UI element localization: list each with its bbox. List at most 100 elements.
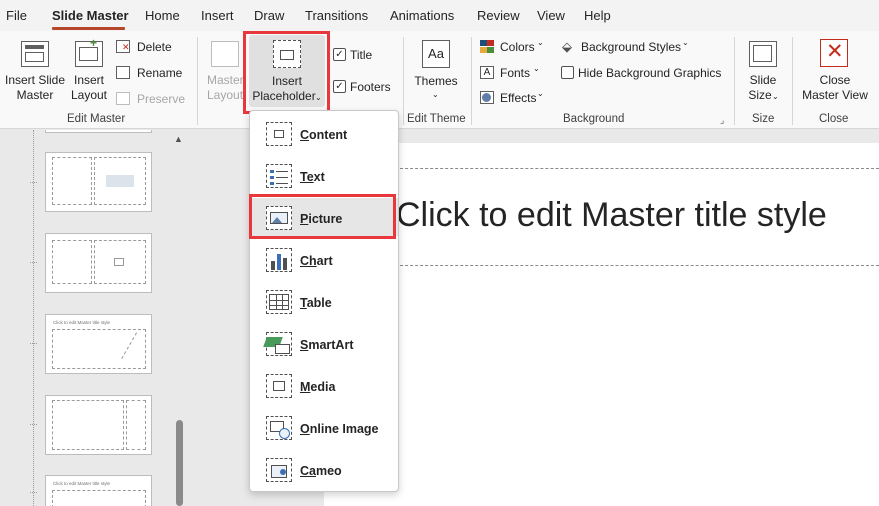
active-tab-indicator <box>52 27 125 30</box>
title-checkbox-label: Title <box>350 48 373 62</box>
hide-background-graphics-box: ✓ <box>561 66 574 79</box>
group-label-background: Background <box>563 113 625 125</box>
menu-item-table[interactable]: Table <box>250 282 398 320</box>
tree-tick <box>30 182 37 183</box>
ribbon-separator <box>403 37 404 125</box>
themes-icon: Aa <box>422 40 450 68</box>
menu-item-picture[interactable]: Picture <box>250 198 398 236</box>
title-checkbox-box: ✓ <box>333 48 346 61</box>
tab-view[interactable]: View <box>537 8 565 23</box>
delete-icon: ✕ <box>116 40 130 53</box>
chevron-down-icon: ⌄ <box>682 38 689 47</box>
scrollbar-thumb[interactable] <box>176 420 183 506</box>
insert-layout-label-1: Insert <box>73 73 104 87</box>
master-layout-label-2: Layout <box>207 88 244 102</box>
slide-title-text[interactable]: Click to edit Master title style <box>396 196 827 235</box>
slide-thumbnail[interactable]: Click to edit Master title style <box>45 475 152 506</box>
insert-slide-master-label-1: Insert Slide <box>4 73 66 87</box>
thumbnail-title-text: Click to edit Master title style <box>53 481 111 486</box>
slide-thumbnail[interactable] <box>45 233 152 293</box>
footers-checkbox-box: ✓ <box>333 80 346 93</box>
content-placeholder-icon <box>266 122 292 146</box>
colors-label: Colors <box>500 40 535 54</box>
tree-tick <box>30 424 37 425</box>
smartart-placeholder-icon <box>263 332 292 356</box>
tab-slide-master[interactable]: Slide Master <box>52 8 129 23</box>
close-icon: ✕ <box>820 39 848 67</box>
rename-label: Rename <box>137 66 183 80</box>
chevron-down-icon: ⌄ <box>772 92 779 101</box>
chart-placeholder-icon <box>266 248 292 272</box>
thumbnail-title-text: Click to edit Master title style <box>53 320 111 325</box>
slide-thumbnail[interactable] <box>45 152 152 212</box>
slide-size-icon <box>749 41 777 67</box>
menu-item-label: Chart <box>300 254 333 268</box>
preserve-icon <box>116 92 130 105</box>
slide-thumbnail[interactable]: Click to edit Master title style <box>45 314 152 374</box>
menu-item-cameo[interactable]: Cameo <box>250 450 398 488</box>
slide-size-label-1: Slide <box>749 73 777 87</box>
scroll-up-icon[interactable]: ▲ <box>174 134 183 144</box>
dialog-launcher-icon[interactable]: ⌟ <box>720 115 724 126</box>
insert-placeholder-button[interactable]: Insert Placeholder ⌄ <box>249 35 325 107</box>
master-layout-icon <box>211 41 239 67</box>
insert-slide-master-icon <box>21 41 49 67</box>
group-label-edit-theme: Edit Theme <box>407 113 466 125</box>
menu-item-chart[interactable]: Chart <box>250 240 398 278</box>
chevron-down-icon: ⌄ <box>537 89 544 98</box>
thumbnail-scrollbar[interactable]: ▲ <box>172 130 186 506</box>
media-placeholder-icon <box>266 374 292 398</box>
close-master-view-label-1: Close <box>819 73 851 87</box>
slide-thumbnail[interactable] <box>45 130 152 133</box>
tab-file[interactable]: File <box>6 8 27 23</box>
delete-label: Delete <box>137 40 172 54</box>
chevron-down-icon: ⌄ <box>315 93 322 102</box>
tab-review[interactable]: Review <box>477 8 520 23</box>
menu-item-label: Media <box>300 380 336 394</box>
background-styles-label: Background Styles <box>581 40 682 54</box>
layout-tree-line <box>33 130 34 506</box>
ribbon-separator <box>471 37 472 125</box>
tab-home[interactable]: Home <box>145 8 180 23</box>
insert-placeholder-menu: Content Text Picture Chart Table SmartAr… <box>249 110 399 492</box>
footers-checkbox-label: Footers <box>350 80 391 94</box>
table-placeholder-icon <box>266 290 292 314</box>
tree-tick <box>30 343 37 344</box>
slide-size-button[interactable]: Slide Size ⌄ <box>740 35 786 107</box>
themes-button[interactable]: Aa Themes ⌄ <box>410 35 462 107</box>
master-layout-label-1: Master <box>207 73 244 87</box>
menu-item-media[interactable]: Media <box>250 366 398 404</box>
insert-layout-button[interactable]: + Insert Layout <box>68 35 110 105</box>
ribbon: Insert Slide Master + Insert Layout ✕ De… <box>0 31 879 129</box>
menu-item-label: Text <box>300 170 325 184</box>
tree-tick <box>30 262 37 263</box>
close-master-view-button[interactable]: ✕ Close Master View <box>798 35 872 107</box>
insert-placeholder-label-1: Insert <box>271 74 302 88</box>
menu-item-label: SmartArt <box>300 338 354 352</box>
menu-item-text[interactable]: Text <box>250 156 398 194</box>
tab-draw[interactable]: Draw <box>254 8 284 23</box>
insert-slide-master-label-2: Master <box>16 88 54 102</box>
fonts-label: Fonts <box>500 66 531 80</box>
text-placeholder-icon <box>266 164 292 188</box>
online-image-placeholder-icon <box>266 416 292 440</box>
ribbon-separator <box>792 37 793 125</box>
menu-item-label: Content <box>300 128 348 142</box>
menu-item-label: Cameo <box>300 464 342 478</box>
master-layout-button: Master Layout <box>203 35 247 105</box>
insert-placeholder-icon <box>273 40 301 68</box>
tab-animations[interactable]: Animations <box>390 8 454 23</box>
effects-label: Effects <box>500 91 537 105</box>
insert-slide-master-button[interactable]: Insert Slide Master <box>2 35 68 105</box>
fonts-icon: A <box>480 66 494 79</box>
tab-transitions[interactable]: Transitions <box>305 8 368 23</box>
menu-item-smartart[interactable]: SmartArt <box>250 324 398 362</box>
tab-insert[interactable]: Insert <box>201 8 234 23</box>
paint-bucket-icon: ⬙ <box>562 39 572 54</box>
tree-tick <box>30 492 37 493</box>
group-label-size: Size <box>752 113 775 125</box>
menu-item-online-image[interactable]: Online Image <box>250 408 398 446</box>
menu-item-content[interactable]: Content <box>250 114 398 152</box>
tab-help[interactable]: Help <box>584 8 611 23</box>
slide-thumbnail[interactable] <box>45 395 152 455</box>
